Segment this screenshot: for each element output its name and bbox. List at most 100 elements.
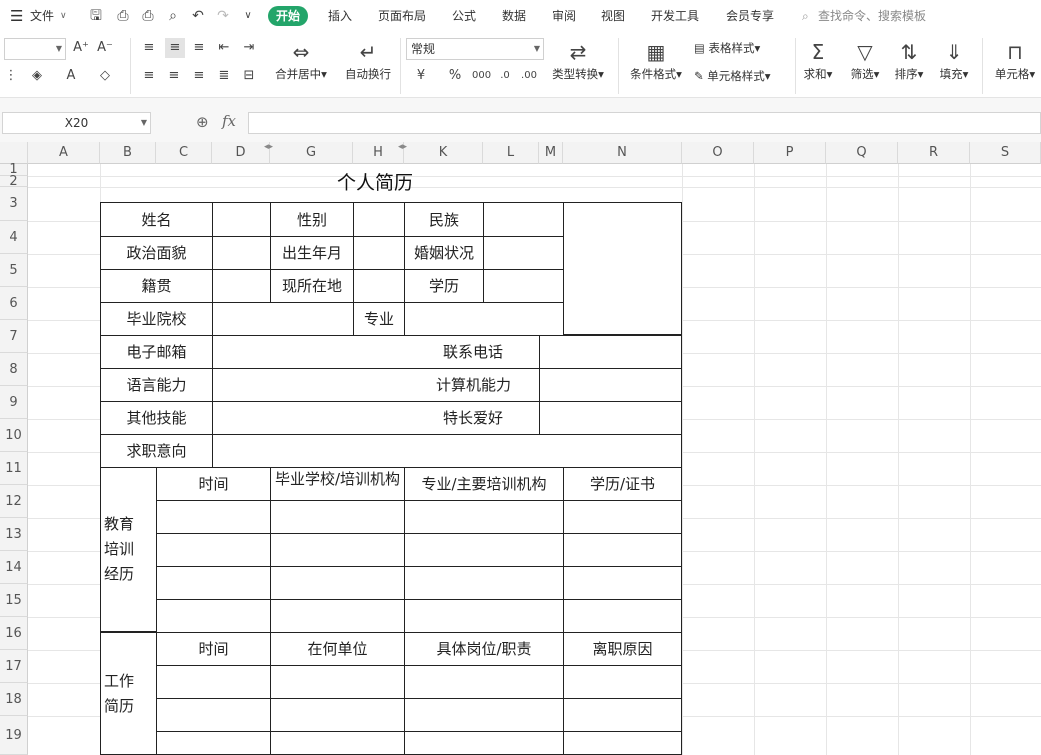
edu-header-school[interactable]: 毕业学校/培训机构 <box>270 467 405 501</box>
table-cell[interactable] <box>563 533 682 567</box>
row-header[interactable]: 19 <box>0 716 28 755</box>
hidden-columns-icon[interactable]: ◂▸ <box>264 142 273 152</box>
font-color-icon[interactable]: A <box>62 68 80 84</box>
tab-data[interactable]: 数据 <box>502 0 526 32</box>
column-header[interactable]: D <box>212 142 270 164</box>
input-ethnicity[interactable] <box>483 202 564 237</box>
clear-format-icon[interactable]: ◇ <box>96 68 114 84</box>
column-header[interactable]: R <box>898 142 970 164</box>
tab-review[interactable]: 审阅 <box>552 0 576 32</box>
label-marital-status[interactable]: 婚姻状况 <box>404 236 484 270</box>
distributed-icon[interactable]: ⊟ <box>240 68 258 84</box>
work-header-time[interactable]: 时间 <box>156 632 271 666</box>
tab-home[interactable]: 开始 <box>268 6 309 26</box>
label-school[interactable]: 毕业院校 <box>100 302 213 336</box>
row-header[interactable]: 17 <box>0 650 28 683</box>
row-header[interactable]: 16 <box>0 617 28 650</box>
percent-icon[interactable]: % <box>446 68 464 84</box>
table-cell[interactable] <box>156 500 271 534</box>
column-header[interactable]: Q <box>826 142 898 164</box>
merge-center-button[interactable]: ⇔ 合并居中▾ <box>272 40 330 82</box>
table-cell[interactable] <box>270 566 405 600</box>
file-menu-chevron-icon[interactable]: ∨ <box>60 0 67 32</box>
input-birth-date[interactable] <box>353 236 405 270</box>
tab-insert[interactable]: 插入 <box>328 0 352 32</box>
row-header[interactable]: 9 <box>0 386 28 419</box>
row-header[interactable]: 15 <box>0 584 28 617</box>
sort-button[interactable]: ⇅ 排序▾ <box>891 40 927 82</box>
photo-cell[interactable] <box>563 202 682 335</box>
align-center-icon[interactable]: ≡ <box>165 68 183 84</box>
section-education[interactable]: 教育 培训 经历 <box>100 467 157 632</box>
tab-developer[interactable]: 开发工具 <box>651 0 699 32</box>
label-job-intention[interactable]: 求职意向 <box>100 434 213 468</box>
column-header[interactable]: P <box>754 142 826 164</box>
command-search[interactable]: 查找命令、搜索模板 <box>818 0 926 32</box>
row-header[interactable]: 12 <box>0 485 28 518</box>
table-cell[interactable] <box>563 698 682 732</box>
filter-button[interactable]: ▽ 筛选▾ <box>847 40 883 82</box>
input-current-location[interactable] <box>353 269 405 303</box>
currency-icon[interactable]: ¥ <box>412 68 430 84</box>
undo-icon[interactable]: ↶ <box>190 8 206 24</box>
label-birth-date[interactable]: 出生年月 <box>270 236 354 270</box>
row-header[interactable]: 5 <box>0 254 28 287</box>
label-ethnicity[interactable]: 民族 <box>404 202 484 237</box>
label-political-status[interactable]: 政治面貌 <box>100 236 213 270</box>
font-shrink-icon[interactable]: A⁻ <box>96 40 114 56</box>
decrease-decimal-icon[interactable]: .00 <box>520 68 538 84</box>
label-other-skills[interactable]: 其他技能 <box>100 401 213 435</box>
table-cell[interactable] <box>404 698 564 732</box>
label-education[interactable]: 学历 <box>404 269 484 303</box>
redo-icon[interactable]: ↷ <box>215 8 231 24</box>
work-header-position[interactable]: 具体岗位/职责 <box>404 632 564 666</box>
column-header[interactable]: G <box>270 142 353 164</box>
number-format-select[interactable]: 常规 ▼ <box>406 38 544 60</box>
input-hobbies[interactable] <box>539 401 682 435</box>
label-native-place[interactable]: 籍贯 <box>100 269 213 303</box>
print-preview-icon[interactable]: ⌕ <box>165 8 181 24</box>
cell-style-button[interactable]: ✎ 单元格样式▾ <box>694 68 771 84</box>
tab-view[interactable]: 视图 <box>601 0 625 32</box>
label-current-location[interactable]: 现所在地 <box>270 269 354 303</box>
label-gender[interactable]: 性别 <box>270 202 354 237</box>
table-cell[interactable] <box>563 731 682 755</box>
indent-increase-icon[interactable]: ⇥ <box>240 40 258 56</box>
table-cell[interactable] <box>270 500 405 534</box>
justify-icon[interactable]: ≣ <box>215 68 233 84</box>
input-gender[interactable] <box>353 202 405 237</box>
hidden-columns-icon[interactable]: ◂▸ <box>398 142 407 152</box>
hamburger-menu-icon[interactable]: ☰ <box>10 0 23 32</box>
increase-decimal-icon[interactable]: .0 <box>496 68 514 84</box>
input-political-status[interactable] <box>212 236 271 270</box>
border-icon[interactable]: ⋮ <box>2 68 20 84</box>
row-header[interactable]: 4 <box>0 221 28 254</box>
tab-formulas[interactable]: 公式 <box>452 0 476 32</box>
tab-page-layout[interactable]: 页面布局 <box>378 0 426 32</box>
table-cell[interactable] <box>156 698 271 732</box>
column-header[interactable]: N <box>563 142 682 164</box>
file-menu[interactable]: 文件 <box>30 0 54 32</box>
formula-input[interactable] <box>248 112 1041 134</box>
fill-color-icon[interactable]: ◈ <box>28 68 46 84</box>
indent-decrease-icon[interactable]: ⇤ <box>215 40 233 56</box>
search-icon[interactable]: ⌕ <box>802 0 809 32</box>
type-convert-button[interactable]: ⇄ 类型转换▾ <box>548 40 608 82</box>
select-all-corner[interactable] <box>0 142 28 164</box>
align-left-icon[interactable]: ≡ <box>140 68 158 84</box>
table-style-button[interactable]: ▤ 表格样式▾ <box>694 40 760 56</box>
save-icon[interactable]: 🖫 <box>88 8 104 24</box>
work-header-leave-reason[interactable]: 离职原因 <box>563 632 682 666</box>
column-header[interactable]: H <box>353 142 404 164</box>
print-icon[interactable]: ⎙ <box>140 8 156 24</box>
table-cell[interactable] <box>156 731 271 755</box>
row-header[interactable]: 18 <box>0 683 28 716</box>
name-box[interactable]: X20 ▼ <box>2 112 151 134</box>
table-cell[interactable] <box>270 599 405 633</box>
label-major[interactable]: 专业 <box>353 302 405 336</box>
align-top-icon[interactable]: ≡ <box>140 40 158 56</box>
conditional-format-button[interactable]: ▦ 条件格式▾ <box>627 40 685 82</box>
font-name-select[interactable]: ▼ <box>4 38 66 60</box>
input-major[interactable] <box>404 302 564 336</box>
row-header[interactable]: 2 <box>0 174 28 189</box>
